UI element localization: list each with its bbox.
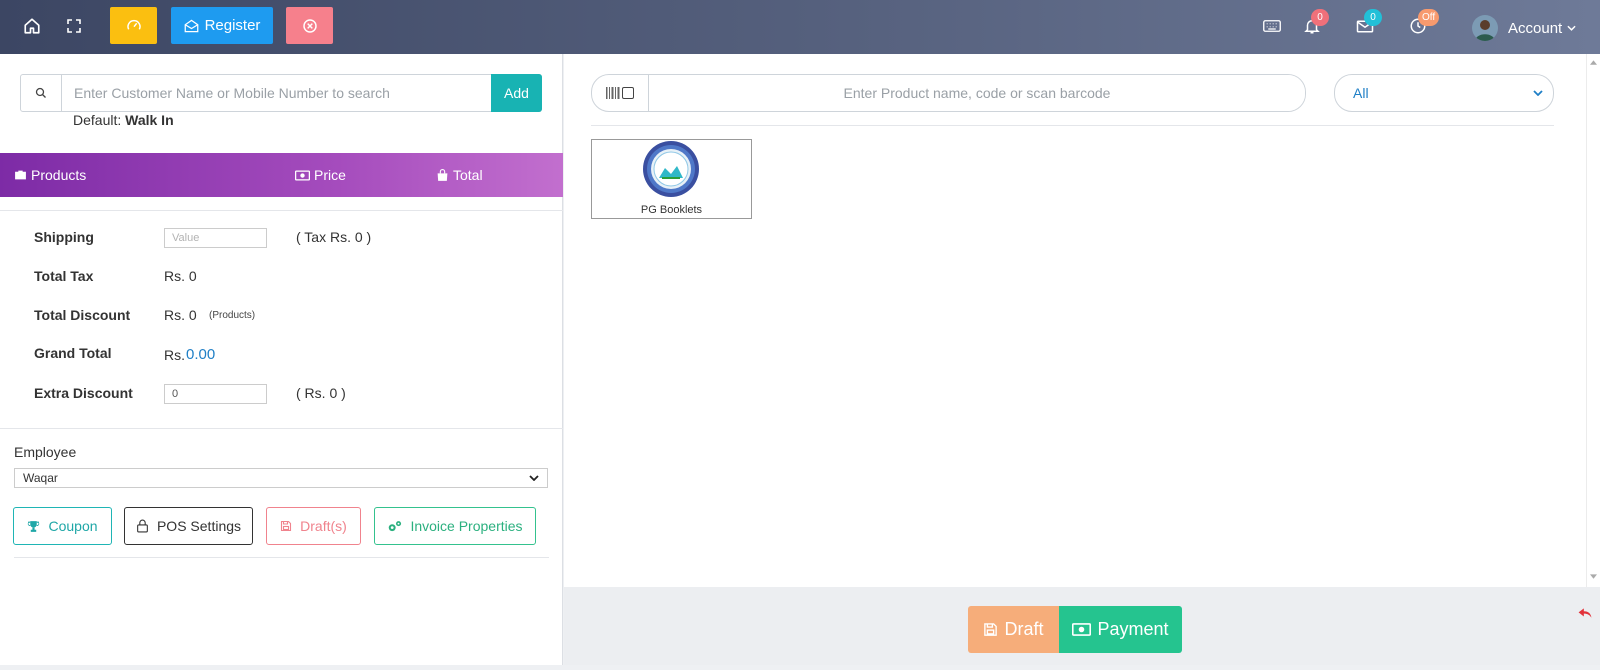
total-header-label: Total (453, 167, 483, 183)
account-menu[interactable]: Account (1472, 14, 1576, 42)
employee-select[interactable]: Waqar (14, 468, 548, 488)
save-icon (984, 623, 998, 636)
shipping-label: Shipping (34, 229, 94, 245)
close-register-button[interactable] (286, 7, 333, 44)
product-panel: All PG Booklets (564, 54, 1586, 587)
coupon-label: Coupon (48, 518, 98, 534)
barcode-checkbox[interactable] (622, 87, 634, 99)
divider (0, 428, 563, 429)
products-column-header: Products (14, 167, 86, 183)
pos-settings-label: POS Settings (156, 518, 242, 534)
money-icon (1072, 623, 1092, 636)
scrollbar[interactable] (1586, 54, 1600, 587)
dashboard-button[interactable] (110, 7, 157, 44)
employee-selected: Waqar (23, 471, 58, 485)
scroll-down-icon[interactable] (1590, 574, 1597, 579)
cart-table-header: Products Price Total (0, 153, 563, 197)
invoice-properties-label: Invoice Properties (410, 518, 523, 534)
chevron-down-icon (529, 475, 539, 481)
total-discount-label: Total Discount (34, 307, 131, 323)
shipping-tax: ( Tax Rs. 0 ) (296, 229, 372, 245)
total-tax-label: Total Tax (34, 268, 94, 284)
extra-discount-label: Extra Discount (34, 385, 133, 401)
product-search (591, 74, 1306, 112)
envelope-open-icon (184, 19, 198, 32)
total-tax-value: Rs. 0 (164, 268, 197, 284)
extra-discount-amount: ( Rs. 0 ) (296, 385, 346, 401)
default-customer: Default: Walk In (73, 112, 174, 128)
cart-panel: Add Default: Walk In Products Price Tota… (0, 54, 563, 665)
scroll-up-icon[interactable] (1590, 60, 1597, 65)
grand-total-currency: Rs. (164, 347, 185, 363)
grand-total-label: Grand Total (34, 345, 112, 361)
total-discount-note: (Products) (209, 310, 256, 321)
register-label: Register (204, 17, 261, 34)
notifications-badge: 0 (1311, 9, 1329, 26)
divider (0, 210, 563, 211)
draft-button[interactable]: Draft (968, 606, 1059, 653)
divider (591, 125, 1554, 126)
barcode-toggle[interactable] (592, 75, 649, 111)
extra-discount-input[interactable] (164, 384, 267, 404)
messages-badge: 0 (1364, 9, 1382, 26)
chevron-down-icon (1533, 90, 1543, 96)
default-customer-value: Walk In (125, 112, 174, 128)
account-label: Account (1508, 19, 1563, 37)
home-icon[interactable] (20, 14, 44, 38)
shopping-bag-icon (437, 168, 448, 181)
search-icon (21, 75, 62, 111)
briefcase-icon (15, 170, 26, 180)
cogs-icon (389, 520, 402, 531)
trophy-icon (28, 520, 40, 532)
product-tile[interactable]: PG Booklets (591, 139, 752, 219)
total-discount-value: Rs. 0 (164, 307, 197, 323)
barcode-icon (606, 87, 620, 99)
keyboard-icon[interactable] (1260, 14, 1284, 38)
timer-badge: Off (1418, 9, 1440, 26)
product-name: PG Booklets (640, 204, 703, 216)
price-column-header: Price (295, 167, 346, 183)
category-select[interactable]: All (1334, 74, 1554, 112)
clock-icon[interactable]: Off (1406, 9, 1440, 38)
customer-search: Add (20, 74, 542, 112)
payment-button[interactable]: Payment (1059, 606, 1182, 653)
products-header-label: Products (31, 167, 87, 183)
add-customer-button[interactable]: Add (491, 74, 542, 112)
pos-settings-button[interactable]: POS Settings (124, 507, 253, 545)
register-button[interactable]: Register (171, 7, 273, 44)
save-icon (281, 520, 292, 532)
messages-envelope-icon[interactable]: 0 (1353, 9, 1382, 38)
coupon-button[interactable]: Coupon (13, 507, 112, 545)
chevron-down-icon (1567, 25, 1576, 31)
invoice-properties-button[interactable]: Invoice Properties (374, 507, 536, 545)
category-selected: All (1353, 85, 1369, 101)
close-circle-icon (302, 18, 317, 33)
employee-label: Employee (14, 444, 77, 460)
speedometer-icon (126, 19, 141, 30)
top-navbar: Register 0 0 Off Account (0, 0, 1600, 54)
checkout-bar: Draft Payment (564, 587, 1600, 665)
grand-total-value: 0.00 (186, 346, 216, 363)
lock-icon (137, 519, 148, 533)
drafts-button[interactable]: Draft(s) (266, 507, 361, 545)
default-customer-prefix: Default: (73, 112, 122, 128)
fullscreen-icon[interactable] (62, 14, 86, 38)
payment-label: Payment (1097, 619, 1169, 639)
total-column-header: Total (436, 167, 483, 183)
avatar (1472, 15, 1498, 41)
shipping-input[interactable] (164, 228, 267, 248)
notifications-bell-icon[interactable]: 0 (1300, 9, 1329, 38)
customer-search-input[interactable] (62, 75, 491, 111)
undo-icon[interactable] (1578, 607, 1592, 619)
product-logo (643, 141, 699, 197)
product-search-input[interactable] (649, 75, 1305, 111)
divider (14, 557, 549, 558)
drafts-label: Draft(s) (300, 518, 347, 534)
price-header-label: Price (314, 167, 346, 183)
draft-label: Draft (1004, 619, 1044, 639)
money-icon (295, 170, 310, 180)
